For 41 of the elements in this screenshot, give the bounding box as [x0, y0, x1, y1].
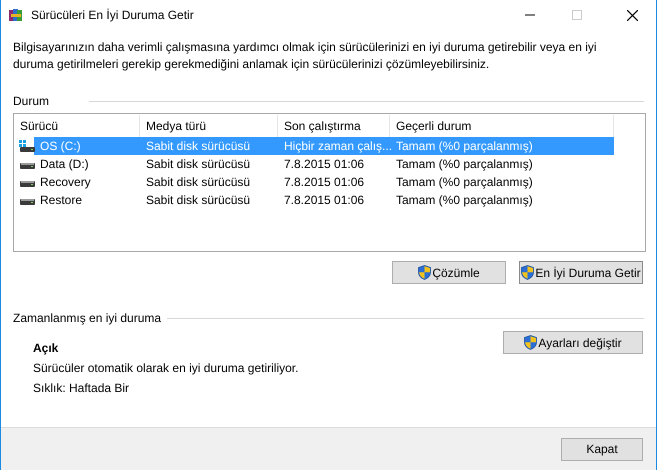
- system-drive-icon: [19, 140, 35, 152]
- drive-row[interactable]: Restore Sabit disk sürücüsü 7.8.2015 01:06 Tamam (%0 parçalanmış): [14, 191, 614, 209]
- table-cell-text: Tamam (%0 parçalanmış): [395, 138, 534, 155]
- column-header[interactable]: Geçerli durum: [390, 115, 614, 137]
- drive-row[interactable]: Recovery Sabit disk sürücüsü 7.8.2015 01:06 Tamam (%0 parçalanmış): [14, 173, 614, 191]
- frequency-text: Sıklık: Haftada Bir: [33, 380, 130, 397]
- table-cell-text: 7.8.2015 01:06: [283, 192, 366, 209]
- section-title: Zamanlanmış en iyi duruma: [13, 311, 162, 325]
- table-cell-text: Sabit disk sürücüsü: [145, 138, 252, 155]
- table-cell-text: Recovery: [39, 174, 91, 191]
- shield-icon: [521, 265, 534, 280]
- close-button[interactable]: Kapat: [561, 438, 643, 460]
- window-title: Sürücüleri En İyi Duruma Getir: [31, 8, 194, 22]
- table-cell-text: Sabit disk sürücüsü: [145, 174, 252, 191]
- table-cell-text: Tamam (%0 parçalanmış): [395, 156, 534, 173]
- table-cell-text: Hiçbir zaman çalış...: [283, 138, 390, 155]
- table-cell-text: 7.8.2015 01:06: [283, 156, 366, 173]
- change-settings-button[interactable]: Ayarları değiştir: [503, 331, 643, 354]
- table-cell-text: Restore: [39, 192, 82, 209]
- optimize-button[interactable]: En İyi Duruma Getir: [519, 261, 643, 284]
- column-header[interactable]: Sürücü: [14, 115, 140, 137]
- shield-icon: [418, 265, 432, 280]
- table-cell-text: Data (D:): [39, 156, 89, 173]
- app-icon: [8, 7, 24, 23]
- maximize-icon: [572, 10, 582, 20]
- analyze-button[interactable]: Çözümle: [392, 261, 506, 284]
- column-header[interactable]: Medya türü: [140, 115, 278, 137]
- table-cell-text: Tamam (%0 parçalanmış): [395, 192, 534, 209]
- description-text: Bilgisayarınızın daha verimli çalışmasına yardımcı olmak için sürücülerinizi en iyi duruma getirebilir veya en iyi duruma getirilmeleri gerekip gerekmediğini anlamak için sürücülerinizi çözümleyebilirsiniz.: [13, 39, 598, 73]
- close-icon[interactable]: [627, 10, 638, 20]
- table-cell-text: Sabit disk sürücüsü: [145, 156, 252, 173]
- table-cell-text: Sabit disk sürücüsü: [145, 192, 252, 209]
- info-text: Sürücüler otomatik olarak en iyi duruma getiriliyor.: [33, 360, 298, 377]
- table-cell-text: OS (C:): [39, 138, 81, 155]
- table-cell-text: Tamam (%0 parçalanmış): [395, 174, 534, 191]
- column-header[interactable]: Son çalıştırma: [278, 115, 390, 137]
- status-text: Açık: [33, 340, 60, 357]
- section-title: Durum: [13, 94, 50, 108]
- table-cell-text: 7.8.2015 01:06: [283, 174, 366, 191]
- drive-row[interactable]: Data (D:) Sabit disk sürücüsü 7.8.2015 01:06 Tamam (%0 parçalanmış): [14, 155, 614, 173]
- shield-icon: [524, 335, 538, 350]
